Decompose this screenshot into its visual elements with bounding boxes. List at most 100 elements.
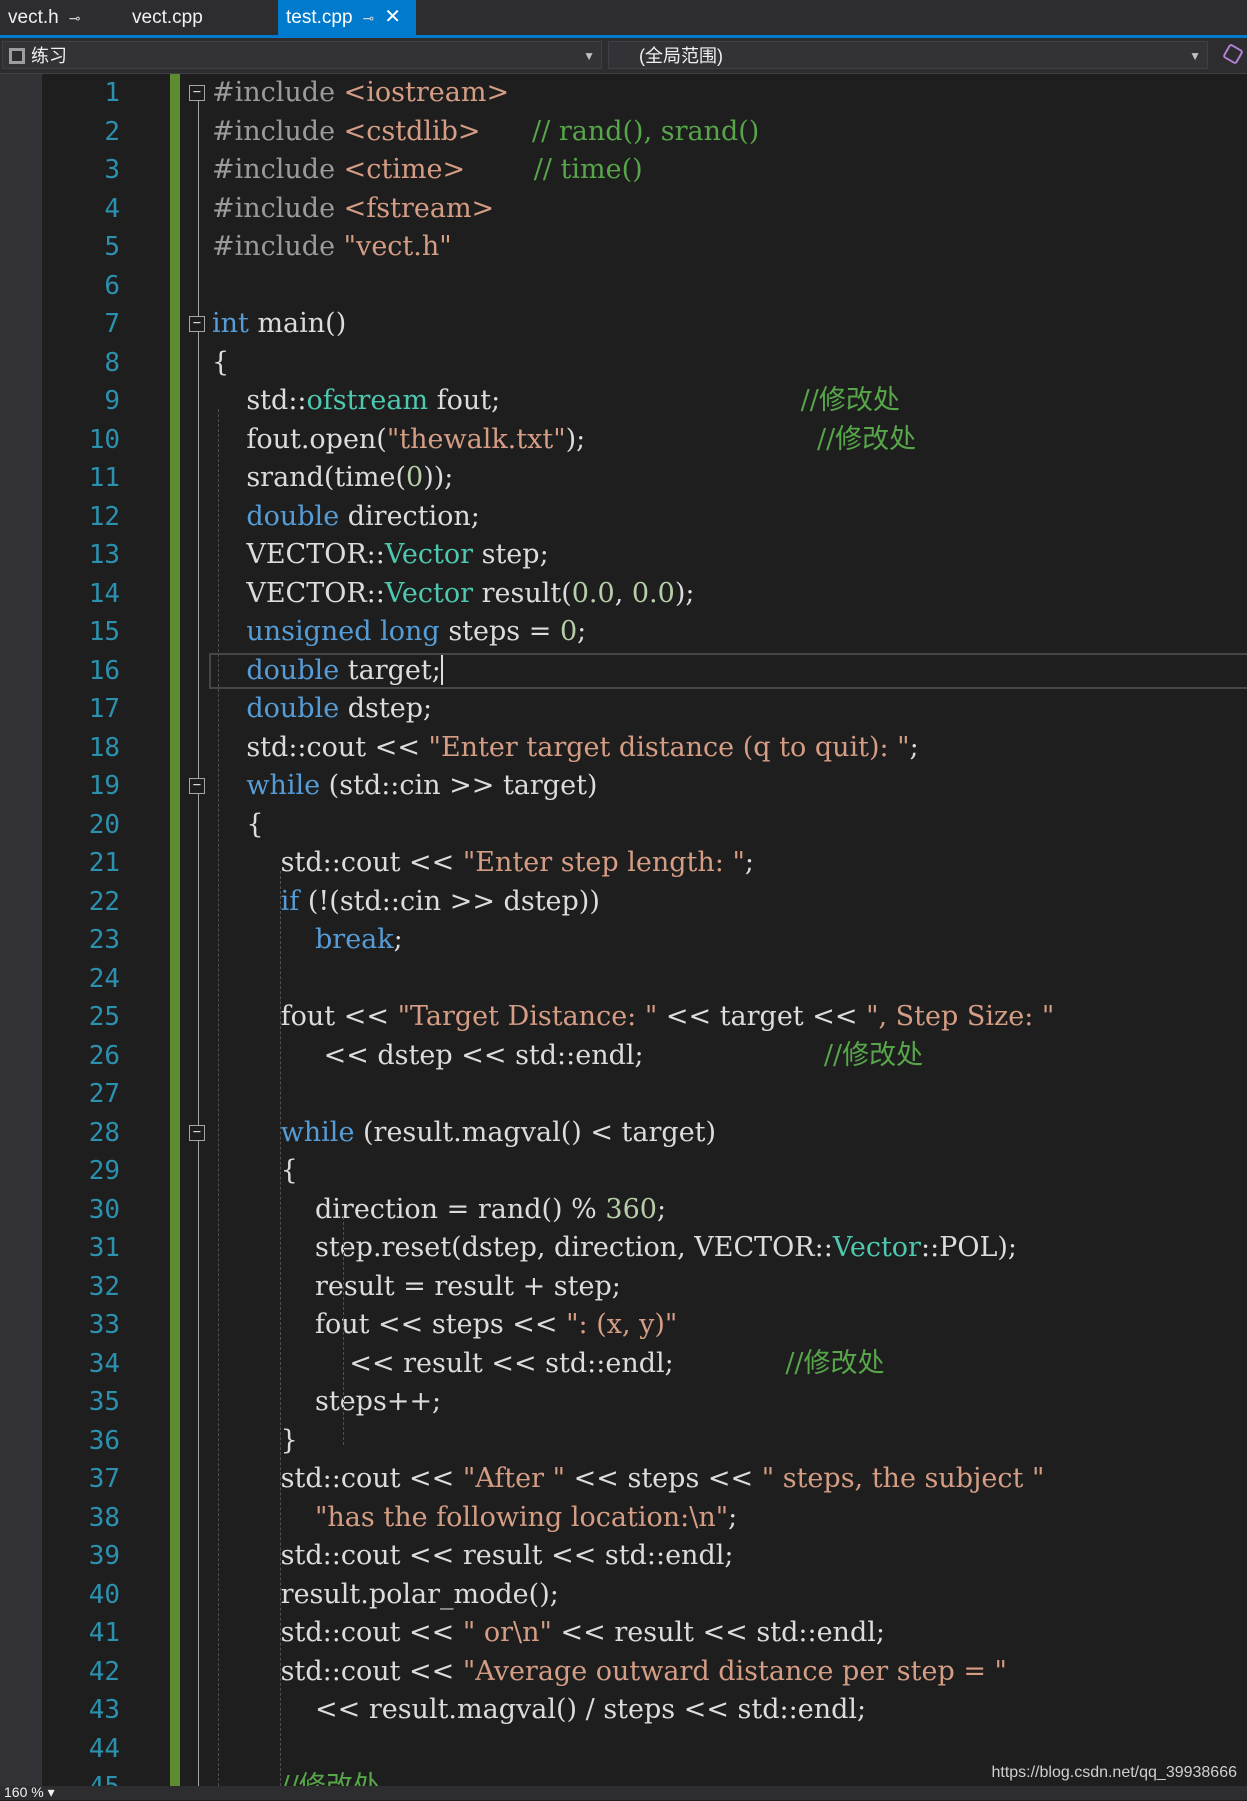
code-token: )); xyxy=(423,462,454,493)
line-number: 4 xyxy=(104,193,120,224)
code-line[interactable]: fout << "Target Distance: " << target <<… xyxy=(212,998,1055,1037)
code-token: direction; xyxy=(339,500,480,532)
collapse-toggle-icon[interactable]: − xyxy=(189,85,205,101)
line-number: 43 xyxy=(88,1695,120,1725)
code-line[interactable]: std::cout << "Average outward distance p… xyxy=(212,1653,1007,1692)
code-line[interactable]: std::cout << "After " << steps << " step… xyxy=(212,1460,1045,1499)
code-line[interactable]: VECTOR::Vector result(0.0, 0.0); xyxy=(212,575,694,614)
code-token: //修改处 xyxy=(800,385,900,416)
code-line[interactable]: } xyxy=(212,1422,298,1461)
scope-dropdown[interactable]: (全局范围) ▼ xyxy=(608,41,1208,69)
code-token: // rand(), srand() xyxy=(480,115,760,147)
code-token: , xyxy=(614,577,632,609)
member-cube-icon[interactable] xyxy=(1222,43,1244,65)
code-line[interactable]: while (std::cin >> target) xyxy=(212,767,597,806)
code-token: std::cout << xyxy=(212,847,463,878)
line-number: 22 xyxy=(88,886,120,917)
code-line[interactable]: steps++; xyxy=(212,1383,441,1422)
code-line[interactable]: if (!(std::cin >> dstep)) xyxy=(212,883,600,922)
collapse-toggle-icon[interactable]: − xyxy=(189,316,205,332)
code-token: "thewalk.txt" xyxy=(386,423,566,455)
code-token: fout.open( xyxy=(212,423,387,455)
code-line[interactable]: while (result.magval() < target) xyxy=(212,1114,716,1153)
line-number: 12 xyxy=(88,501,120,532)
chevron-down-icon: ▼ xyxy=(1189,49,1201,63)
code-line[interactable]: #include <cstdlib> // rand(), srand() xyxy=(212,113,759,152)
code-line[interactable]: srand(time(0)); xyxy=(212,459,453,498)
code-line[interactable]: result = result + step; xyxy=(212,1268,621,1307)
code-line[interactable]: << dstep << std::endl; //修改处 xyxy=(212,1037,924,1076)
line-number: 5 xyxy=(104,232,120,262)
code-token: std::cout << xyxy=(212,1655,463,1687)
code-line[interactable]: double target; xyxy=(212,652,443,691)
code-line[interactable]: fout << steps << ": (x, y)" xyxy=(212,1306,677,1345)
project-dropdown[interactable]: 练习 ▼ xyxy=(2,41,602,69)
code-token: fout << steps << xyxy=(212,1309,567,1340)
code-line[interactable]: #include <fstream> xyxy=(212,190,494,229)
code-line[interactable]: #include <ctime> // time() xyxy=(212,151,643,190)
code-line[interactable]: std::cout << result << std::endl; xyxy=(212,1537,734,1576)
code-token: while xyxy=(280,1116,355,1148)
code-token: #include xyxy=(212,231,344,262)
line-number: 21 xyxy=(88,848,120,878)
line-number: 34 xyxy=(88,1348,120,1379)
line-number: 1 xyxy=(104,78,120,108)
code-line[interactable]: break; xyxy=(212,921,403,960)
close-icon[interactable]: ✕ xyxy=(384,6,401,28)
line-number: 38 xyxy=(88,1502,120,1533)
scope-name: (全局范围) xyxy=(639,46,723,66)
tab-label: vect.cpp xyxy=(132,7,203,28)
pin-icon[interactable]: ⊸ xyxy=(69,10,81,26)
code-line[interactable]: //修改处 xyxy=(212,1768,380,1786)
code-token: target; xyxy=(339,654,441,686)
collapse-toggle-icon[interactable]: − xyxy=(189,778,205,794)
code-line[interactable]: int main() xyxy=(212,305,346,344)
code-token: main() xyxy=(248,308,347,339)
code-line[interactable]: #include <iostream> xyxy=(212,74,509,113)
code-token: "Average outward distance per step = " xyxy=(462,1655,1007,1687)
line-number: 8 xyxy=(104,347,120,378)
code-line[interactable]: << result.magval() / steps << std::endl; xyxy=(212,1691,866,1730)
tab-vect-cpp[interactable]: vect.cpp xyxy=(124,0,274,35)
collapse-toggle-icon[interactable]: − xyxy=(189,1124,205,1141)
line-number: 44 xyxy=(88,1733,120,1764)
code-line[interactable]: double direction; xyxy=(212,498,480,537)
code-editor[interactable]: 1 #include <iostream> −2 #include <cstdlib>… xyxy=(0,74,1247,1786)
code-token: // time() xyxy=(465,154,643,185)
code-token: 360 xyxy=(605,1193,657,1225)
code-token: //修改处 xyxy=(823,1039,924,1071)
line-number: 42 xyxy=(88,1656,120,1687)
code-line[interactable]: std::ofstream fout; //修改处 xyxy=(212,382,900,421)
code-line[interactable]: { xyxy=(212,1152,298,1191)
code-line[interactable]: unsigned long steps = 0; xyxy=(212,613,586,652)
code-line[interactable]: "has the following location:\n"; xyxy=(212,1499,737,1538)
code-line[interactable]: step.reset(dstep, direction, VECTOR::Vec… xyxy=(212,1229,1017,1268)
code-line[interactable]: std::cout << "Enter step length: "; xyxy=(212,844,754,883)
code-line[interactable]: double dstep; xyxy=(212,690,432,729)
line-number: 41 xyxy=(88,1618,120,1648)
line-number: 27 xyxy=(88,1079,120,1109)
code-token: std::cout << xyxy=(212,731,429,763)
code-line[interactable]: fout.open("thewalk.txt"); //修改处 xyxy=(212,421,916,460)
tab-vect-h[interactable]: vect.h ⊸ xyxy=(0,0,112,35)
line-number: 31 xyxy=(88,1233,120,1263)
code-line[interactable]: std::cout << " or\n" << result << std::e… xyxy=(212,1614,885,1653)
code-line[interactable]: result.polar_mode(); xyxy=(212,1576,559,1615)
code-line[interactable]: { xyxy=(212,344,229,383)
zoom-level-dropdown[interactable]: 160 % ▾ xyxy=(4,1784,55,1801)
code-line[interactable]: VECTOR::Vector step; xyxy=(212,536,548,575)
code-line[interactable]: #include "vect.h" xyxy=(212,228,452,267)
code-token: ; xyxy=(577,616,587,647)
code-token: << target << xyxy=(657,1001,867,1032)
tab-test-cpp[interactable]: test.cpp ⊸ ✕ xyxy=(278,0,416,35)
code-line[interactable]: std::cout << "Enter target distance (q t… xyxy=(212,729,919,768)
code-line[interactable]: { xyxy=(212,806,263,845)
code-token: step.reset(dstep, direction, VECTOR:: xyxy=(212,1232,833,1263)
code-token: break xyxy=(315,924,394,955)
code-token: ; xyxy=(909,731,919,763)
pin-icon[interactable]: ⊸ xyxy=(363,10,375,26)
code-line[interactable]: << result << std::endl; //修改处 xyxy=(212,1345,884,1384)
line-number: 29 xyxy=(88,1156,120,1186)
